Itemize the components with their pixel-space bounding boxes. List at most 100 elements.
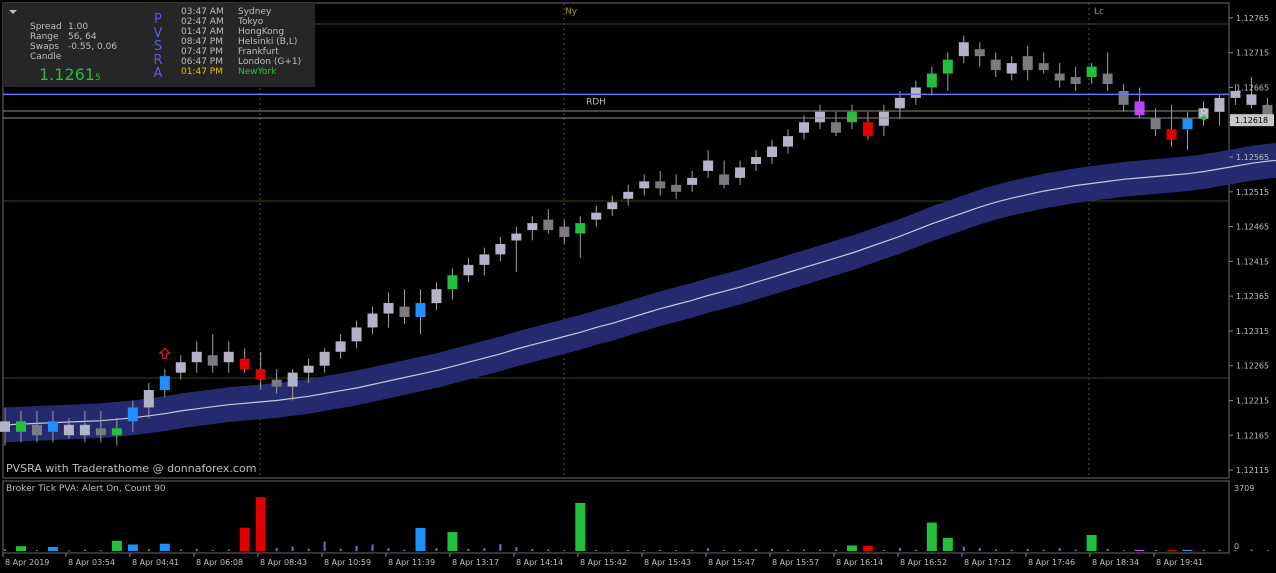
candle-body — [830, 122, 841, 133]
candle-body — [511, 233, 522, 241]
session-name: London (G+1) — [238, 57, 302, 67]
candle-body — [559, 226, 570, 238]
candle-body — [63, 424, 74, 436]
info-label-spread: Spread — [30, 22, 62, 32]
volume-bar — [531, 548, 534, 551]
candle-body — [575, 223, 586, 234]
candle-body — [958, 42, 969, 57]
price-tick-label: 1.12415 — [1236, 257, 1269, 266]
time-tick-label: 8 Apr 04:41 — [132, 558, 179, 567]
volume-bar — [611, 550, 614, 552]
rdh-label: RDH — [586, 97, 606, 107]
session-name: Frankfurt — [238, 47, 279, 57]
time-tick-label: 8 Apr 17:12 — [964, 558, 1011, 567]
volume-scale-min: 0 — [1234, 542, 1239, 551]
session-name: HongKong — [238, 27, 285, 37]
time-tick-label: 8 Apr 16:14 — [836, 558, 883, 567]
time-tick-label: 8 Apr 15:43 — [644, 558, 691, 567]
volume-bar — [643, 550, 646, 552]
price-tick-label: 1.12115 — [1236, 466, 1269, 475]
candle-body — [735, 167, 746, 178]
volume-bar — [83, 549, 86, 551]
candle-body — [703, 160, 714, 171]
time-tick-label: 8 Apr 10:59 — [324, 558, 371, 567]
price-axis: 1.127651.127151.126651.126151.125651.125… — [1229, 14, 1274, 475]
volume-bar — [627, 549, 630, 551]
candle-body — [990, 59, 1001, 71]
price-tick-label: 1.12215 — [1236, 396, 1269, 405]
candle-body — [351, 327, 362, 342]
candle-body — [1102, 73, 1113, 84]
volume-bar — [787, 549, 790, 551]
candle-body — [319, 351, 330, 366]
time-tick-label: 8 Apr 17:46 — [1028, 558, 1075, 567]
volume-bar — [483, 548, 486, 551]
price-tick-label: 1.12165 — [1236, 431, 1269, 440]
candle-body — [1150, 118, 1161, 130]
volume-bar — [862, 545, 873, 551]
candle-body — [367, 313, 378, 328]
current-price-tag-label: 1.12618 — [1235, 116, 1268, 125]
volume-bar — [499, 543, 502, 551]
volume-bar — [771, 548, 774, 551]
volume-bar — [1042, 549, 1045, 551]
candle-body — [159, 376, 170, 391]
price-tick-label: 1.12515 — [1236, 188, 1269, 197]
candle-body — [287, 372, 298, 387]
volume-bar — [67, 550, 70, 552]
price-tick-label: 1.12465 — [1236, 223, 1269, 232]
volume-bar — [834, 549, 837, 551]
time-tick-label: 8 Apr 19:41 — [1156, 558, 1203, 567]
time-tick-label: 8 Apr 03:54 — [68, 558, 115, 567]
ask-marker — [1201, 115, 1207, 121]
candle-body — [1070, 77, 1081, 84]
price-tick-label: 1.12715 — [1236, 49, 1269, 58]
volume-bar — [415, 527, 426, 551]
candle-body — [223, 351, 234, 363]
candle-body — [111, 428, 122, 436]
candle-body — [191, 351, 202, 363]
volume-bar — [159, 543, 170, 551]
volume-bar — [275, 547, 278, 551]
volume-bar — [99, 550, 102, 552]
info-value-swaps: -0.55, 0.06 — [68, 42, 118, 52]
candle-body — [926, 73, 937, 88]
candle-body — [447, 275, 458, 290]
volume-bar — [291, 546, 294, 551]
volume-panel[interactable]: 3709 0 — [2, 480, 1276, 554]
session-name: Tokyo — [238, 17, 264, 27]
candle-body — [878, 111, 889, 126]
info-label-candle: Candle — [30, 52, 62, 62]
time-tick-label: 8 Apr 15:47 — [708, 558, 755, 567]
candle-body — [15, 421, 26, 432]
volume-bar — [15, 546, 26, 551]
candle-body — [47, 421, 58, 432]
candle-body — [95, 428, 106, 436]
volume-bar — [707, 548, 710, 551]
volume-bar — [227, 549, 230, 551]
time-tick-label: 8 Apr 15:42 — [580, 558, 627, 567]
volume-bar — [994, 549, 997, 551]
volume-bar — [1182, 549, 1193, 551]
candle-body — [335, 341, 346, 352]
candle-body — [543, 219, 554, 231]
volume-bar — [387, 548, 390, 551]
volume-bar — [691, 549, 694, 551]
volume-bar — [1026, 548, 1029, 551]
volume-bar — [195, 548, 198, 551]
volume-bar — [723, 549, 726, 551]
volume-bar — [1202, 549, 1205, 551]
volume-bar — [1166, 550, 1177, 552]
menu-dropdown-icon[interactable] — [9, 10, 17, 14]
time-tick-label: 8 Apr 13:17 — [452, 558, 499, 567]
candle-body — [463, 264, 474, 276]
candle-body — [639, 181, 650, 189]
candle-body — [1246, 94, 1257, 105]
candle-body — [495, 243, 506, 255]
session-time: 02:47 AM — [181, 17, 224, 27]
time-tick-label: 8 Apr 18:34 — [1092, 558, 1139, 567]
volume-bar — [1266, 550, 1269, 552]
volume-panel-title: Broker Tick PVA: Alert On, Count 90 — [6, 484, 166, 494]
volume-bar — [515, 547, 518, 551]
price-tick-label: 1.12365 — [1236, 292, 1269, 301]
